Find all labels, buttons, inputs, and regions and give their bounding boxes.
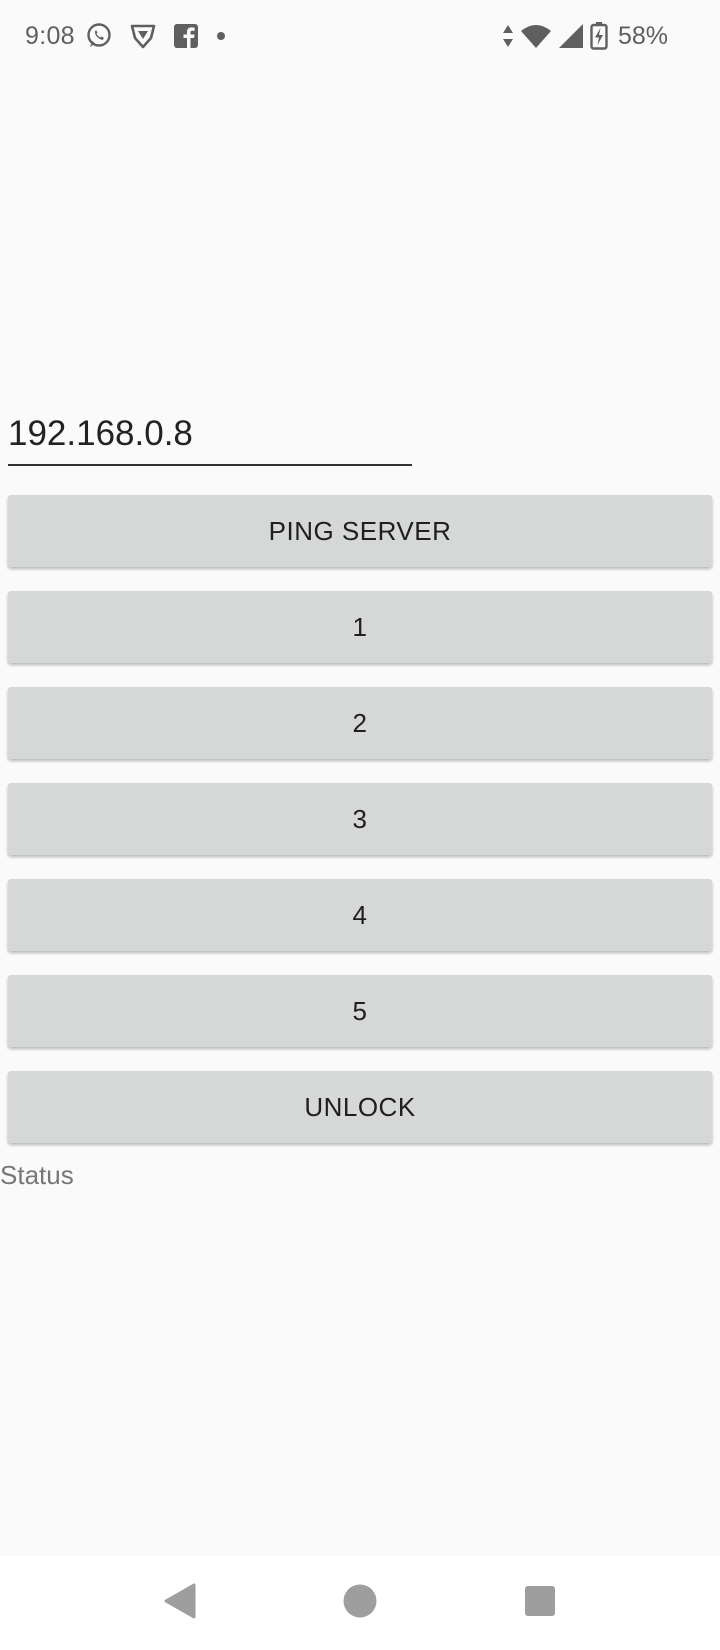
navigation-bar (0, 1556, 720, 1650)
status-bar: 9:08 58% (0, 0, 720, 72)
button-1[interactable]: 1 (8, 591, 712, 663)
battery-percent: 58% (617, 21, 668, 50)
unlock-button[interactable]: UNLOCK (8, 1071, 712, 1143)
whatsapp-icon (85, 22, 113, 50)
ping-server-button[interactable]: PING SERVER (8, 495, 712, 567)
wifi-icon (520, 23, 552, 49)
home-button[interactable] (315, 1556, 405, 1650)
status-bar-right: 58% (502, 18, 668, 54)
cell-signal-icon (558, 23, 584, 49)
vpn-shield-icon (129, 22, 157, 50)
status-text: Status (0, 1160, 74, 1190)
recents-button[interactable] (495, 1556, 585, 1650)
facebook-icon (173, 23, 199, 49)
status-bar-left: 9:08 (25, 18, 243, 54)
home-icon (342, 1583, 378, 1624)
battery-charging-icon (590, 22, 608, 50)
button-5[interactable]: 5 (8, 975, 712, 1047)
button-2[interactable]: 2 (8, 687, 712, 759)
button-4[interactable]: 4 (8, 879, 712, 951)
notification-dot-icon (215, 30, 227, 42)
button-3[interactable]: 3 (8, 783, 712, 855)
ip-address-input[interactable] (8, 410, 412, 466)
recents-icon (524, 1585, 556, 1622)
status-time: 9:08 (25, 21, 75, 50)
back-button[interactable] (135, 1556, 225, 1650)
data-arrows-icon (502, 23, 514, 49)
back-icon (163, 1583, 197, 1624)
